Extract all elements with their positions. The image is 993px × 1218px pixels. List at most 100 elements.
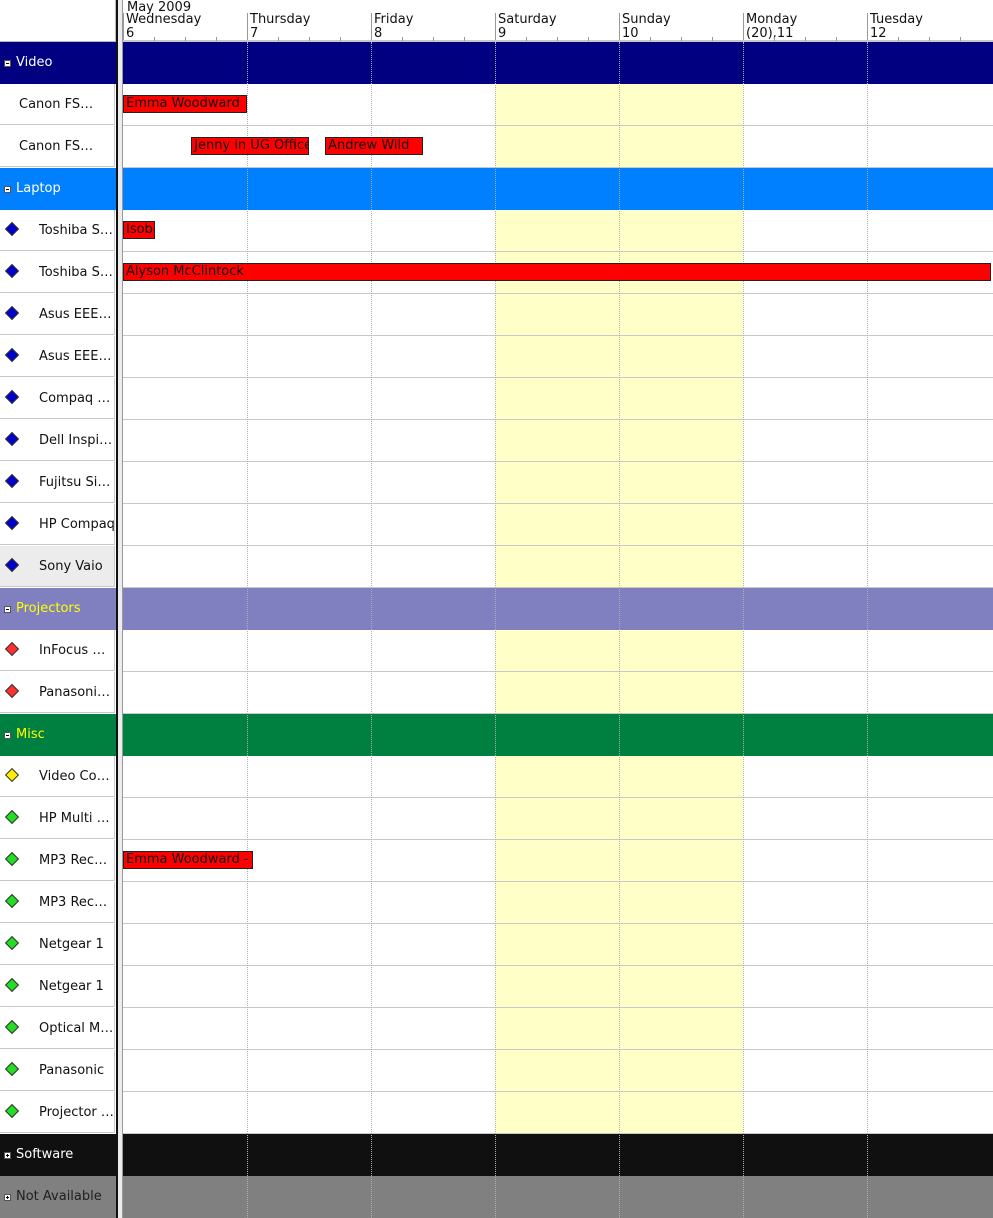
- resource-diamond-icon: [4, 767, 20, 783]
- resource-row[interactable]: Panasonic Projector: [0, 672, 115, 713]
- timeline-row[interactable]: [123, 756, 993, 798]
- booking-event[interactable]: Jenny in UG Office: [191, 137, 309, 155]
- hour-tick: [836, 37, 837, 41]
- timeline-row[interactable]: [123, 1092, 993, 1134]
- resource-row[interactable]: Optical Mouse: [0, 1008, 115, 1049]
- resource-row[interactable]: Video Conference: [0, 756, 115, 797]
- resource-row[interactable]: Canon FS100 Camcorder: [0, 84, 115, 125]
- resource-row[interactable]: Projector Screen: [0, 1092, 115, 1133]
- hour-tick: [433, 37, 434, 41]
- expand-icon[interactable]: [4, 1152, 11, 1159]
- timeline-row[interactable]: [123, 1008, 993, 1050]
- resource-row[interactable]: Toshiba Satellite: [0, 210, 115, 251]
- booking-event[interactable]: Isobel: [123, 221, 156, 239]
- group-header-projectors[interactable]: Projectors: [0, 588, 116, 630]
- timeline-row[interactable]: [123, 210, 993, 252]
- resource-row[interactable]: MP3 Recorder: [0, 840, 115, 881]
- day-name: Friday: [374, 12, 414, 27]
- resource-panel: Video Canon FS100 Camcorder Canon FS100 Ca…: [0, 0, 117, 1218]
- resource-row[interactable]: Netgear 1: [0, 966, 115, 1007]
- timeline-row[interactable]: [123, 462, 993, 504]
- resource-diamond-icon: [4, 1019, 20, 1035]
- resource-diamond-icon: [4, 1061, 20, 1077]
- resource-label: Compaq Presario: [39, 391, 115, 406]
- timeline-row[interactable]: [123, 966, 993, 1008]
- resource-row[interactable]: MP3 Recorder: [0, 882, 115, 923]
- timeline-row[interactable]: [123, 294, 993, 336]
- timeline-row[interactable]: [123, 798, 993, 840]
- collapse-icon[interactable]: [4, 606, 11, 613]
- day-gridline: [743, 42, 744, 1218]
- timeline-row[interactable]: [123, 924, 993, 966]
- resource-row[interactable]: Compaq Presario: [0, 378, 115, 419]
- timeline-row[interactable]: [123, 84, 993, 126]
- panel-splitter[interactable]: [116, 0, 123, 1218]
- resource-diamond-icon: [4, 641, 20, 657]
- group-header-laptop[interactable]: Laptop: [0, 168, 116, 210]
- resource-row[interactable]: Canon FS100 Camcorder: [0, 126, 115, 167]
- timeline-row[interactable]: [123, 672, 993, 714]
- booking-event[interactable]: Andrew Wild: [325, 137, 424, 155]
- booking-event[interactable]: Emma Woodward: [123, 95, 247, 113]
- resource-label: Optical Mouse: [39, 1021, 115, 1036]
- resource-diamond-icon: [4, 221, 20, 237]
- booking-event[interactable]: Alyson McClintock: [123, 263, 991, 281]
- day-header-tuesday: Tuesday 12: [867, 13, 991, 41]
- group-band: [123, 168, 993, 210]
- resource-row[interactable]: HP Multi Dock: [0, 798, 115, 839]
- day-header-sunday: Sunday 10: [619, 13, 743, 41]
- day-number: 6: [126, 26, 135, 41]
- collapse-icon[interactable]: [4, 732, 11, 739]
- collapse-icon[interactable]: [4, 60, 11, 67]
- day-gridline: [619, 42, 620, 1218]
- timeline-row[interactable]: [123, 546, 993, 588]
- resource-row[interactable]: HP Compaq: [0, 504, 115, 545]
- resource-label: Panasonic: [39, 1063, 105, 1078]
- resource-row[interactable]: Sony Vaio: [0, 546, 115, 587]
- resource-row[interactable]: InFocus Data Projector: [0, 630, 115, 671]
- resource-row[interactable]: Netgear 1: [0, 924, 115, 965]
- timeline-row[interactable]: [123, 1050, 993, 1092]
- resource-label: HP Compaq: [39, 517, 115, 532]
- resource-diamond-icon: [4, 893, 20, 909]
- resource-diamond-icon: [4, 389, 20, 405]
- resource-row[interactable]: Asus EEE PC: [0, 336, 115, 377]
- day-header-wednesday: Wednesday 6: [123, 13, 247, 41]
- booking-event[interactable]: Emma Woodward -: [123, 851, 254, 869]
- resource-label: Dell Inspiron: [39, 433, 115, 448]
- timeline-row[interactable]: [123, 840, 993, 882]
- resource-row[interactable]: Fujitsu Siemens: [0, 462, 115, 503]
- collapse-icon[interactable]: [4, 186, 11, 193]
- resource-diamond-icon: [4, 431, 20, 447]
- group-header-video[interactable]: Video: [0, 42, 116, 84]
- resource-row[interactable]: Dell Inspiron: [0, 420, 115, 461]
- resource-label: MP3 Recorder: [39, 853, 115, 868]
- timeline-row[interactable]: [123, 504, 993, 546]
- hour-tick: [278, 37, 279, 41]
- resource-label: Panasonic Projector: [39, 685, 115, 700]
- resource-row[interactable]: Panasonic: [0, 1050, 115, 1091]
- group-label: Not Available: [16, 1189, 102, 1204]
- timeline-row[interactable]: [123, 378, 993, 420]
- expand-icon[interactable]: [4, 1194, 11, 1201]
- group-label: Video: [16, 55, 53, 70]
- group-header-software[interactable]: Software: [0, 1134, 116, 1176]
- timeline-grid[interactable]: May 2009 Wednesday 6 Thursday 7 Friday 8 Satur…: [123, 0, 993, 1218]
- hour-tick: [526, 37, 527, 41]
- timeline-row[interactable]: [123, 336, 993, 378]
- group-header-not-available[interactable]: Not Available: [0, 1176, 116, 1218]
- day-number: 8: [374, 26, 383, 41]
- timeline-row[interactable]: [123, 420, 993, 462]
- timeline-row[interactable]: [123, 630, 993, 672]
- group-band: [123, 1176, 993, 1218]
- resource-row[interactable]: Toshiba Satellite: [0, 252, 115, 293]
- timeline-row[interactable]: [123, 882, 993, 924]
- resource-diamond-icon: [4, 1103, 20, 1119]
- day-header-monday: Monday (20),11: [743, 13, 867, 41]
- hour-tick: [154, 37, 155, 41]
- day-header-saturday: Saturday 9: [495, 13, 619, 41]
- resource-row[interactable]: Asus EEE PC: [0, 294, 115, 335]
- group-header-misc[interactable]: Misc: [0, 714, 116, 756]
- resource-label: Asus EEE PC: [39, 307, 115, 322]
- hour-tick: [216, 37, 217, 41]
